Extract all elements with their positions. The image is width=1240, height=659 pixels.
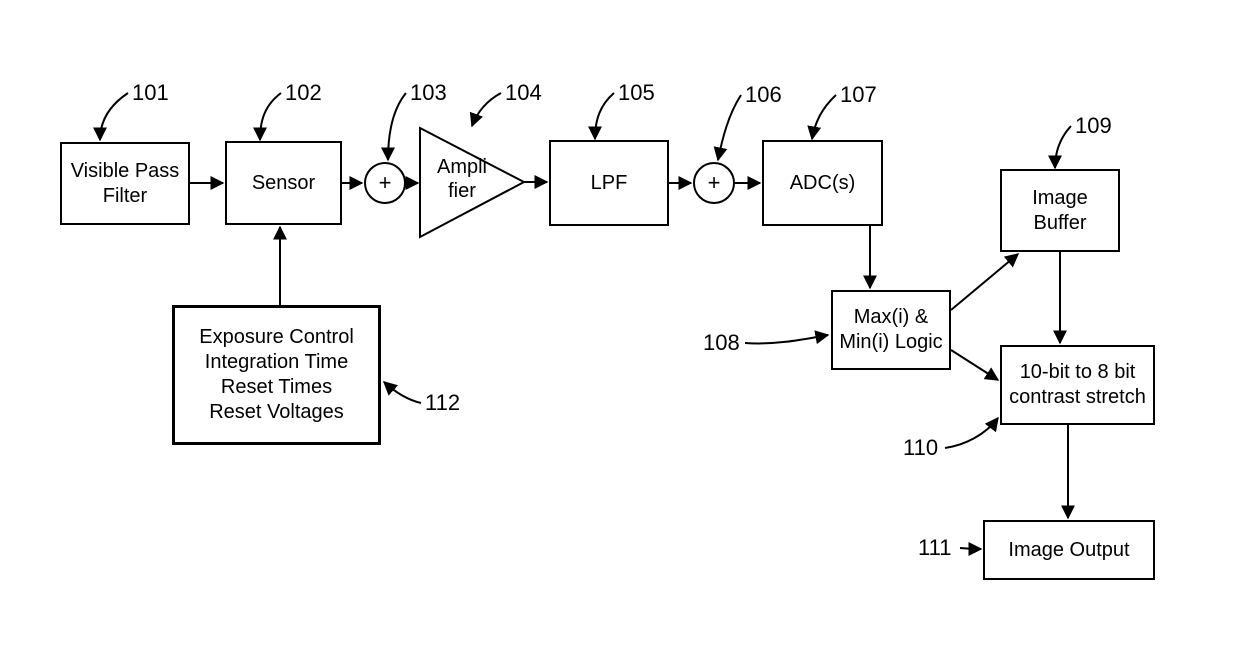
block-sensor: Sensor (225, 141, 342, 225)
diagram-stage: Visible Pass Filter Sensor + Ampli fier … (0, 0, 1240, 659)
block-image-buffer: Image Buffer (1000, 169, 1120, 252)
ref-105: 105 (618, 80, 655, 106)
block-image-output: Image Output (983, 520, 1155, 580)
ref-112: 112 (425, 390, 460, 416)
ref-102: 102 (285, 80, 322, 106)
block-lpf: LPF (549, 140, 669, 226)
block-exposure-control: Exposure Control Integration Time Reset … (172, 305, 381, 445)
block-maxmin-logic: Max(i) & Min(i) Logic (831, 290, 951, 370)
ref-106: 106 (745, 82, 782, 108)
ref-110: 110 (903, 435, 938, 461)
ref-108: 108 (703, 330, 740, 356)
ref-111: 111 (918, 535, 951, 561)
ref-101: 101 (132, 80, 169, 106)
summing-junction-106: + (693, 162, 735, 204)
ref-109: 109 (1075, 113, 1112, 139)
block-amplifier-label: Ampli fier (432, 155, 492, 203)
ref-107: 107 (840, 82, 877, 108)
ref-103: 103 (410, 80, 447, 106)
summing-junction-103: + (364, 162, 406, 204)
block-adc: ADC(s) (762, 140, 883, 226)
ref-104: 104 (505, 80, 542, 106)
block-visible-pass-filter: Visible Pass Filter (60, 142, 190, 225)
block-contrast-stretch: 10-bit to 8 bit contrast stretch (1000, 345, 1155, 425)
